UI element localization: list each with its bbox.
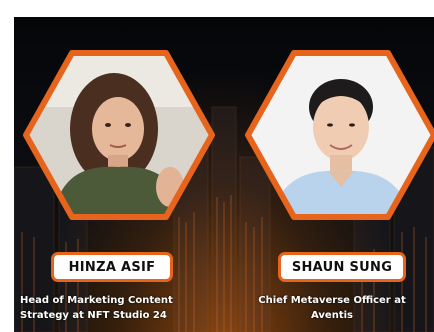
speaker-role: Chief Metaverse Officer at Aventis: [232, 293, 432, 323]
speaker-name: SHAUN SUNG: [291, 259, 393, 275]
speaker-card-hinza-asif: HINZA ASIF Head of Marketing Content Str…: [14, 17, 224, 332]
speaker-name-badge: HINZA ASIF: [51, 252, 173, 282]
person-portrait-icon: [23, 50, 215, 220]
person-portrait-icon: [245, 50, 434, 220]
speaker-role: Head of Marketing Content Strategy at NF…: [20, 293, 220, 323]
speaker-role-line-2: Aventis: [311, 310, 353, 321]
speaker-card-shaun-sung: SHAUN SUNG Chief Metaverse Officer at Av…: [224, 17, 434, 332]
speaker-name: HINZA ASIF: [68, 259, 156, 275]
speaker-name-badge: SHAUN SUNG: [278, 252, 406, 282]
speaker-banner: HINZA ASIF Head of Marketing Content Str…: [14, 17, 434, 332]
speaker-role-line-1: Head of Marketing Content: [20, 295, 173, 306]
speaker-role-line-2: Strategy at NFT Studio 24: [20, 310, 167, 321]
speaker-role-line-1: Chief Metaverse Officer at: [258, 295, 406, 306]
